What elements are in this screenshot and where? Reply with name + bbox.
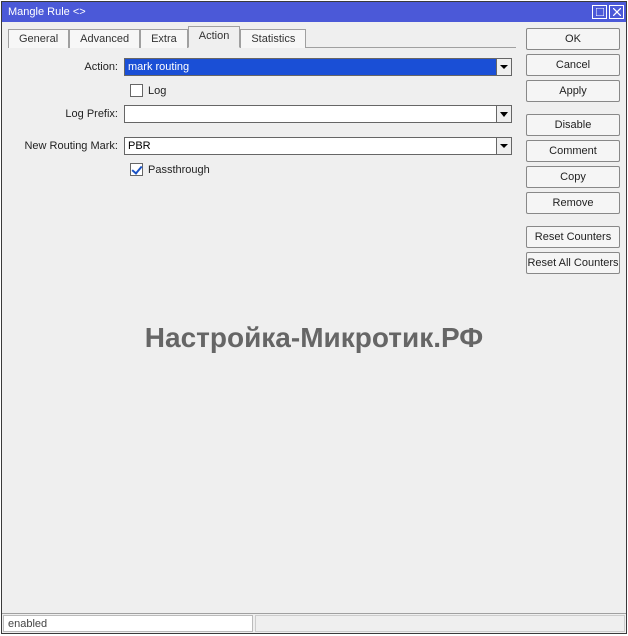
action-combo-value: mark routing: [125, 59, 496, 75]
chevron-down-icon: [500, 144, 508, 148]
tab-action[interactable]: Action: [188, 26, 241, 48]
mangle-rule-window: Mangle Rule <> General Advanced Extra Ac…: [1, 1, 627, 634]
new-routing-mark-label: New Routing Mark:: [12, 140, 124, 152]
log-prefix-input[interactable]: [124, 105, 497, 123]
close-button[interactable]: [609, 5, 624, 19]
cancel-button[interactable]: Cancel: [526, 54, 620, 76]
copy-button[interactable]: Copy: [526, 166, 620, 188]
new-routing-mark-combo[interactable]: PBR: [124, 137, 512, 155]
action-combo[interactable]: mark routing: [124, 58, 512, 76]
disable-button[interactable]: Disable: [526, 114, 620, 136]
status-spacer: [255, 615, 625, 632]
passthrough-checkbox[interactable]: [130, 163, 143, 176]
statusbar: enabled: [2, 613, 626, 633]
log-checkbox[interactable]: [130, 84, 143, 97]
chevron-down-icon: [500, 65, 508, 69]
row-log-prefix: Log Prefix:: [12, 105, 512, 123]
row-passthrough: Passthrough: [12, 163, 512, 176]
remove-button[interactable]: Remove: [526, 192, 620, 214]
ok-button[interactable]: OK: [526, 28, 620, 50]
tab-advanced[interactable]: Advanced: [69, 29, 140, 48]
tab-statistics[interactable]: Statistics: [240, 29, 306, 48]
action-form: Action: mark routing Log Log Prefix:: [8, 48, 516, 188]
reset-counters-button[interactable]: Reset Counters: [526, 226, 620, 248]
comment-button[interactable]: Comment: [526, 140, 620, 162]
row-new-routing-mark: New Routing Mark: PBR: [12, 137, 512, 155]
new-routing-mark-value: PBR: [125, 138, 496, 154]
titlebar: Mangle Rule <>: [2, 2, 626, 22]
status-text: enabled: [3, 615, 253, 632]
row-action: Action: mark routing: [12, 58, 512, 76]
row-log: Log: [12, 84, 512, 97]
reset-all-counters-button[interactable]: Reset All Counters: [526, 252, 620, 274]
window-title: Mangle Rule <>: [8, 6, 590, 18]
log-checkbox-label[interactable]: Log: [148, 85, 166, 97]
log-prefix-label: Log Prefix:: [12, 108, 124, 120]
new-routing-mark-combo-button[interactable]: [496, 138, 511, 154]
passthrough-checkbox-label[interactable]: Passthrough: [148, 164, 210, 176]
chevron-down-icon: [500, 112, 508, 117]
tab-general[interactable]: General: [8, 29, 69, 48]
tab-strip: General Advanced Extra Action Statistics: [8, 26, 516, 48]
log-prefix-expand-button[interactable]: [497, 105, 512, 123]
dialog-body: General Advanced Extra Action Statistics…: [2, 22, 626, 613]
apply-button[interactable]: Apply: [526, 80, 620, 102]
left-panel: General Advanced Extra Action Statistics…: [2, 22, 522, 613]
action-combo-button[interactable]: [496, 59, 511, 75]
action-label: Action:: [12, 61, 124, 73]
button-panel: OK Cancel Apply Disable Comment Copy Rem…: [522, 22, 626, 613]
minimize-button[interactable]: [592, 5, 607, 19]
tab-extra[interactable]: Extra: [140, 29, 188, 48]
